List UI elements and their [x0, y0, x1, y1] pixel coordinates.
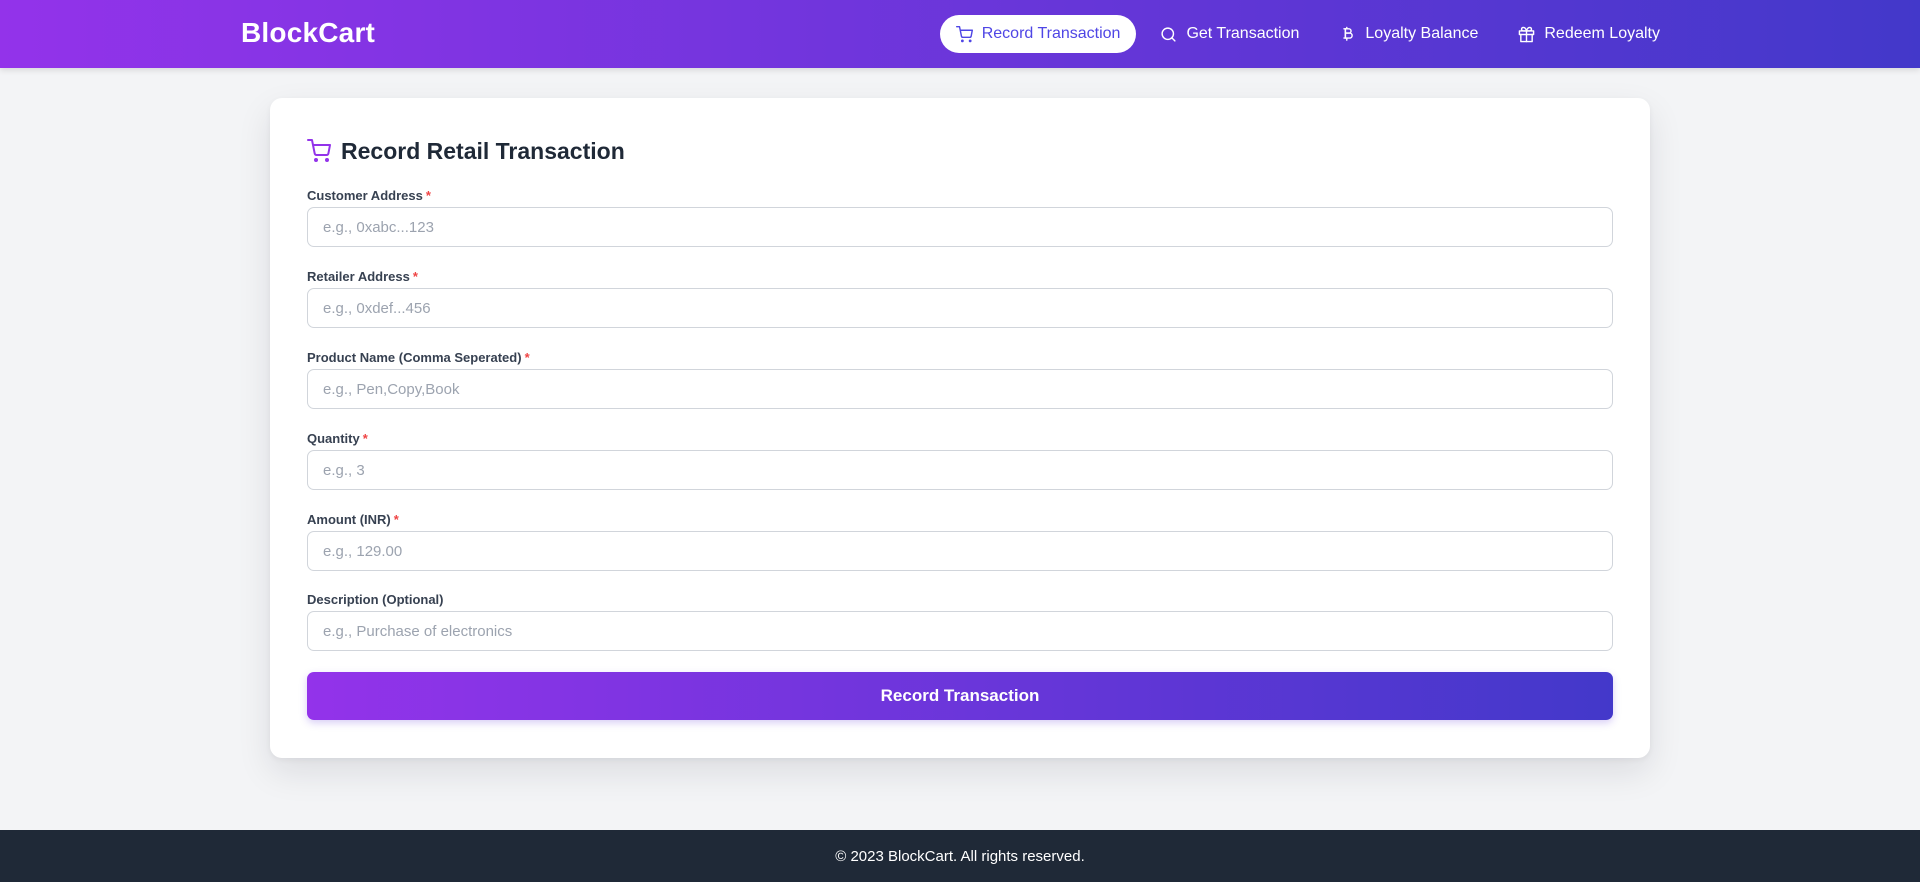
required-mark: *: [524, 350, 530, 365]
field-label: Amount (INR) *: [307, 512, 399, 527]
retailer-address-field: Retailer Address *: [307, 269, 1613, 328]
product-name-input[interactable]: [307, 369, 1613, 409]
cart-icon: [955, 25, 973, 42]
customer-address-field: Customer Address *: [307, 188, 1613, 247]
customer-address-input[interactable]: [307, 207, 1613, 247]
required-mark: *: [362, 431, 368, 446]
field-label: Quantity *: [307, 431, 368, 446]
main-nav: Record Transaction Get Transaction Loyal…: [939, 15, 1676, 53]
required-mark: *: [425, 188, 431, 203]
cart-icon: [307, 139, 331, 162]
amount-input[interactable]: [307, 531, 1613, 571]
gift-icon: [1519, 26, 1535, 42]
nav-label: Record Transaction: [981, 25, 1121, 42]
nav-get-transaction[interactable]: Get Transaction: [1144, 15, 1315, 53]
description-input[interactable]: [307, 611, 1613, 651]
transaction-form-card: Record Retail Transaction Customer Addre…: [270, 98, 1650, 758]
quantity-input[interactable]: [307, 450, 1613, 490]
footer: © 2023 BlockCart. All rights reserved.: [0, 830, 1920, 882]
field-label: Customer Address *: [307, 188, 431, 203]
nav-redeem-loyalty[interactable]: Redeem Loyalty: [1502, 15, 1676, 53]
bitcoin-icon: [1343, 26, 1354, 41]
nav-record-transaction[interactable]: Record Transaction: [939, 15, 1137, 53]
navbar: BlockCart Record Transaction Get Transac…: [0, 0, 1920, 68]
form-title: Record Retail Transaction: [307, 136, 625, 166]
required-mark: *: [412, 269, 418, 284]
page-title: Record Retail Transaction: [341, 137, 625, 164]
retailer-address-input[interactable]: [307, 288, 1613, 328]
amount-field: Amount (INR) *: [307, 512, 1613, 571]
field-label: Description (Optional): [307, 592, 444, 607]
brand-logo[interactable]: BlockCart: [241, 17, 375, 49]
search-icon: [1161, 26, 1177, 42]
field-label: Retailer Address *: [307, 269, 418, 284]
quantity-field: Quantity *: [307, 431, 1613, 490]
nav-loyalty-balance[interactable]: Loyalty Balance: [1323, 15, 1494, 53]
nav-label: Redeem Loyalty: [1544, 25, 1660, 42]
field-label: Product Name (Comma Seperated) *: [307, 350, 530, 365]
nav-label: Get Transaction: [1186, 25, 1300, 42]
record-transaction-button[interactable]: Record Transaction: [307, 672, 1613, 720]
nav-label: Loyalty Balance: [1365, 25, 1479, 42]
copyright-text: © 2023 BlockCart. All rights reserved.: [835, 847, 1085, 865]
required-mark: *: [393, 512, 399, 527]
description-field: Description (Optional): [307, 592, 1613, 651]
product-name-field: Product Name (Comma Seperated) *: [307, 350, 1613, 409]
